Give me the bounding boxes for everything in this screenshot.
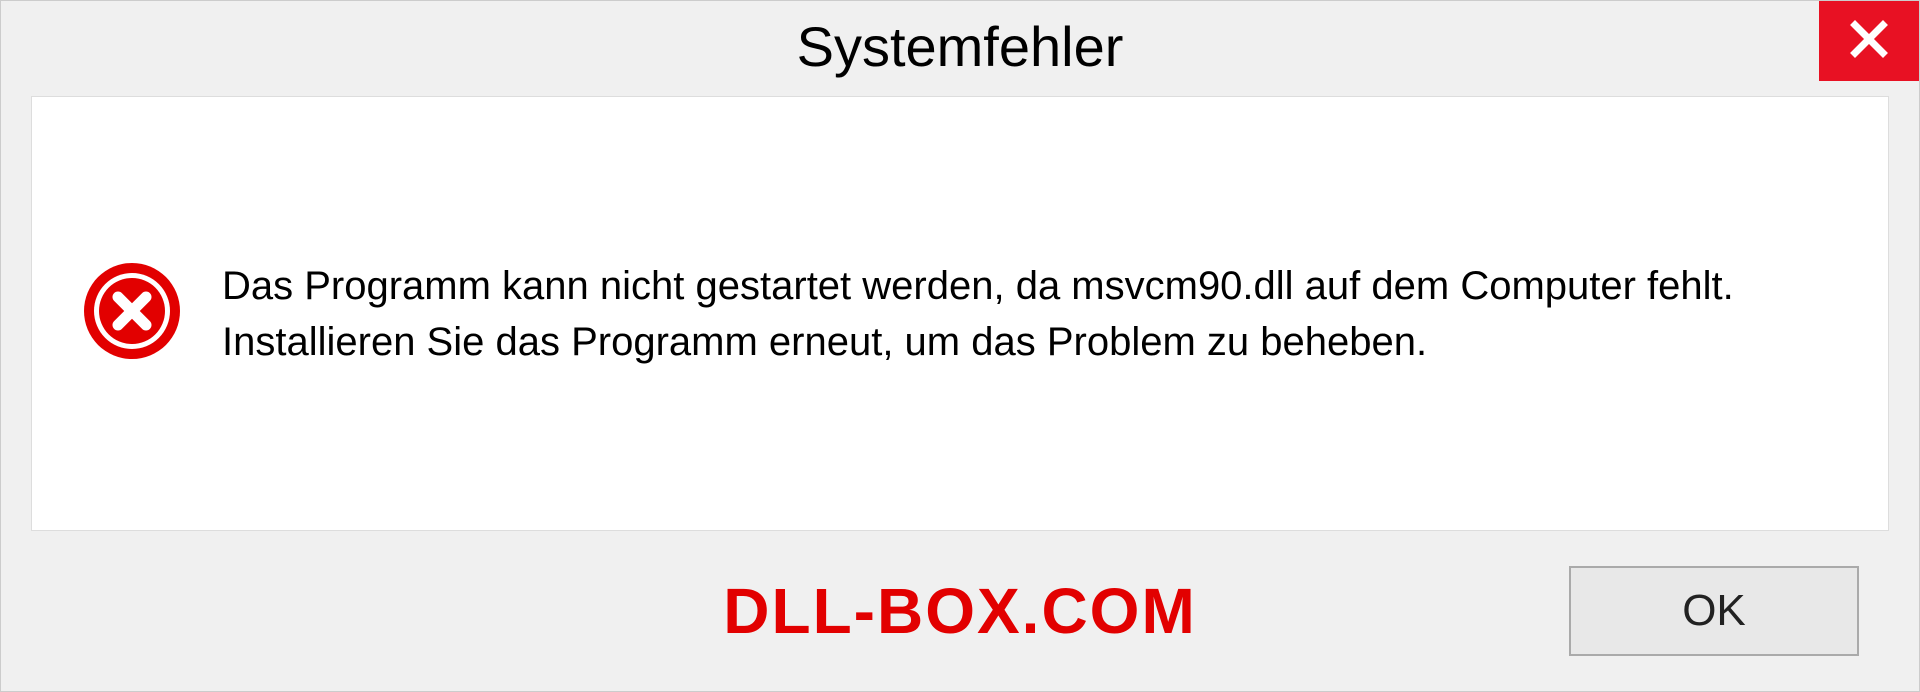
dialog-title: Systemfehler	[797, 14, 1124, 79]
content-panel: Das Programm kann nicht gestartet werden…	[31, 96, 1889, 531]
title-bar: Systemfehler	[1, 1, 1919, 91]
error-message: Das Programm kann nicht gestartet werden…	[222, 258, 1838, 370]
ok-button[interactable]: OK	[1569, 566, 1859, 656]
error-dialog: Systemfehler Das Programm kann nicht ges…	[0, 0, 1920, 692]
close-icon	[1849, 19, 1889, 64]
close-button[interactable]	[1819, 1, 1919, 81]
ok-button-label: OK	[1682, 586, 1746, 636]
error-icon	[82, 261, 182, 366]
dialog-footer: DLL-BOX.COM OK	[1, 551, 1919, 691]
watermark-text: DLL-BOX.COM	[723, 574, 1197, 648]
